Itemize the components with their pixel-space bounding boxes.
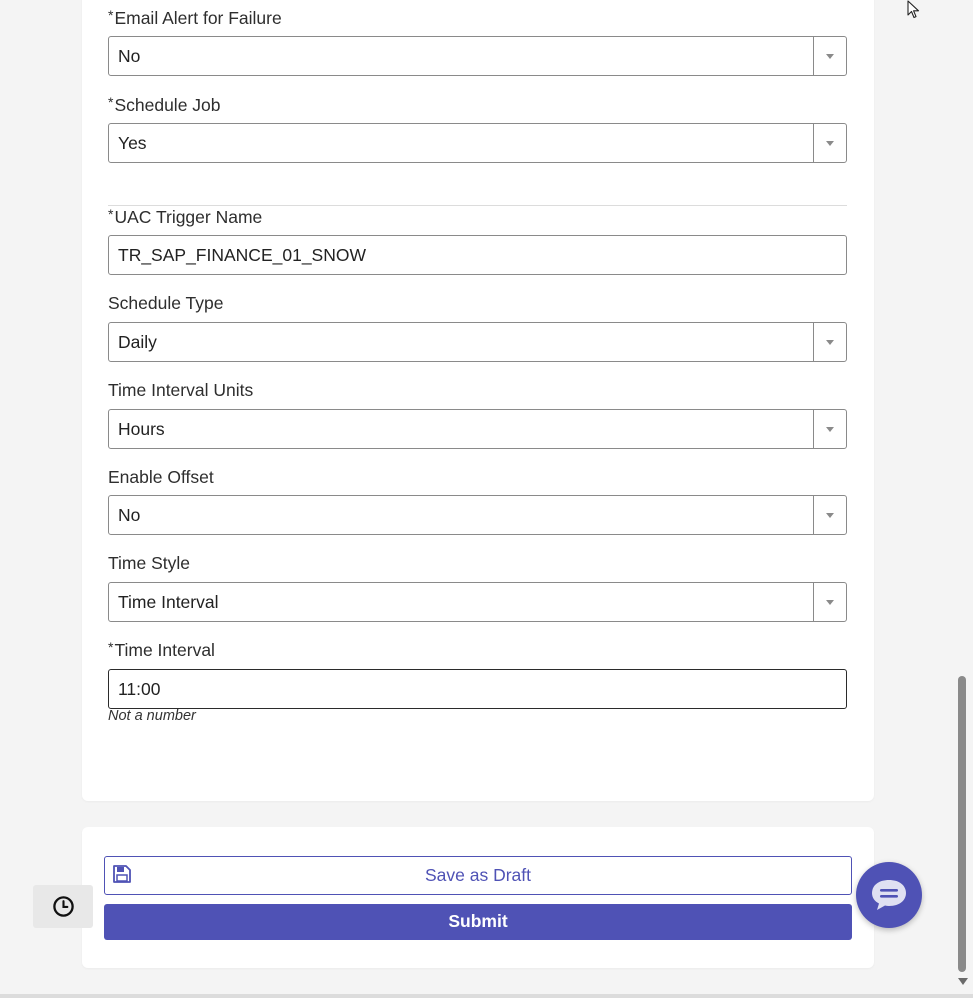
enable-offset-value: No <box>118 505 141 525</box>
uac-trigger-name-value: TR_SAP_FINANCE_01_SNOW <box>118 245 366 265</box>
time-interval-value: 11:00 <box>118 679 161 699</box>
chat-button[interactable] <box>856 862 922 928</box>
enable-offset-dropdown-toggle[interactable] <box>813 496 846 534</box>
schedule-job-label-text: Schedule Job <box>114 95 221 115</box>
chevron-down-icon <box>826 513 834 518</box>
uac-trigger-name-label-text: UAC Trigger Name <box>114 207 263 227</box>
schedule-job-value: Yes <box>118 133 147 153</box>
schedule-type-select[interactable]: Daily <box>108 322 847 362</box>
email-alert-label-text: Email Alert for Failure <box>114 8 282 28</box>
save-as-draft-label: Save as Draft <box>424 865 532 885</box>
time-interval-error: Not a number <box>108 708 196 724</box>
section-divider <box>108 205 847 206</box>
time-style-label: Time Style <box>108 553 191 573</box>
time-style-select[interactable]: Time Interval <box>108 582 847 622</box>
time-style-dropdown-toggle[interactable] <box>813 583 846 621</box>
mouse-pointer-icon <box>907 0 921 25</box>
time-interval-units-label: Time Interval Units <box>108 380 254 400</box>
time-interval-label-text: Time Interval <box>114 640 215 660</box>
time-interval-units-dropdown-toggle[interactable] <box>813 410 846 448</box>
time-interval-units-select[interactable]: Hours <box>108 409 847 449</box>
required-mark: * <box>108 639 114 655</box>
page: *Email Alert for Failure No *Schedule Jo… <box>0 0 973 998</box>
scroll-down-arrow-icon[interactable] <box>958 978 968 985</box>
uac-trigger-name-input[interactable]: TR_SAP_FINANCE_01_SNOW <box>108 235 847 275</box>
schedule-job-dropdown-toggle[interactable] <box>813 124 846 162</box>
schedule-type-label: Schedule Type <box>108 293 224 313</box>
time-interval-input[interactable]: 11:00 <box>108 669 847 709</box>
actions-card <box>82 827 874 968</box>
scrollbar-thumb[interactable] <box>958 676 966 972</box>
enable-offset-select[interactable]: No <box>108 495 847 535</box>
required-mark: * <box>108 7 114 23</box>
schedule-job-select[interactable]: Yes <box>108 123 847 163</box>
enable-offset-label: Enable Offset <box>108 467 214 487</box>
email-alert-select[interactable]: No <box>108 36 847 76</box>
required-mark: * <box>108 206 114 222</box>
required-mark: * <box>108 94 114 110</box>
uac-trigger-name-label: *UAC Trigger Name <box>108 206 263 228</box>
chevron-down-icon <box>826 600 834 605</box>
time-style-value: Time Interval <box>118 592 219 612</box>
email-alert-dropdown-toggle[interactable] <box>813 37 846 75</box>
schedule-type-dropdown-toggle[interactable] <box>813 323 846 361</box>
save-as-draft-button[interactable]: Save as Draft <box>104 856 852 895</box>
submit-label: Submit <box>448 911 508 931</box>
chevron-down-icon <box>826 54 834 59</box>
schedule-type-value: Daily <box>118 332 157 352</box>
email-alert-value: No <box>118 46 141 66</box>
email-alert-label: *Email Alert for Failure <box>108 7 282 29</box>
bottom-edge <box>0 994 973 998</box>
chevron-down-icon <box>826 340 834 345</box>
chevron-down-icon <box>826 141 834 146</box>
time-interval-units-value: Hours <box>118 419 165 439</box>
chevron-down-icon <box>826 427 834 432</box>
time-interval-label: *Time Interval <box>108 639 215 661</box>
submit-button[interactable]: Submit <box>104 904 852 940</box>
schedule-job-label: *Schedule Job <box>108 94 221 116</box>
history-button[interactable] <box>33 885 93 928</box>
